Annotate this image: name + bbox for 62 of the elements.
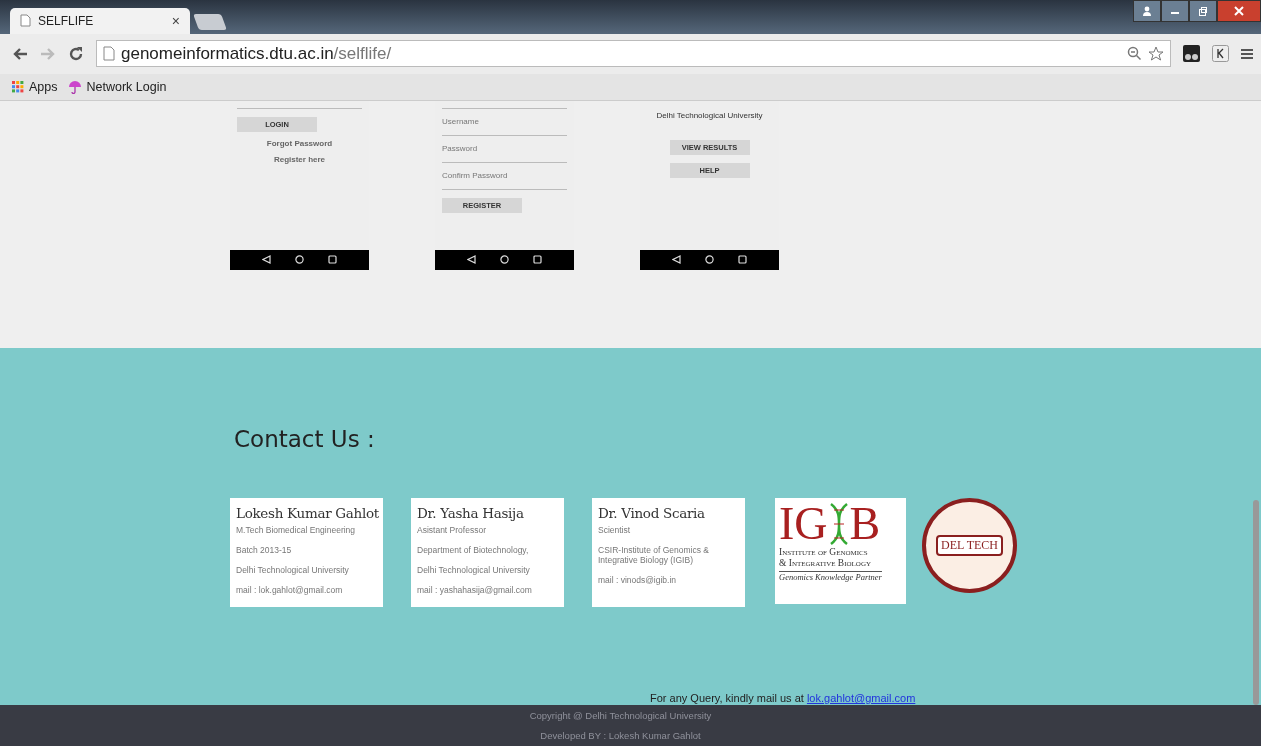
reload-icon[interactable] bbox=[68, 45, 84, 62]
overview-square-icon[interactable] bbox=[328, 255, 337, 265]
contact-detail: CSIR-Institute of Genomics & Integrative Biology (IGIB) bbox=[598, 544, 710, 565]
extension-icon[interactable] bbox=[1212, 45, 1229, 63]
back-icon[interactable] bbox=[12, 46, 28, 61]
home-circle-icon[interactable] bbox=[295, 255, 304, 265]
user-icon[interactable] bbox=[1133, 0, 1161, 22]
page-icon bbox=[103, 46, 115, 62]
contact-detail: Delhi Technological University bbox=[417, 564, 531, 575]
star-icon[interactable] bbox=[1148, 45, 1164, 62]
text-field[interactable]: Username bbox=[442, 112, 567, 136]
igib-logo: IG B Institute of Genomics & Integrative Biology Genomics Knowledge Partner bbox=[775, 497, 906, 604]
address-bar[interactable]: genomeinformatics.dtu.ac.in/selflife/ bbox=[96, 40, 1171, 68]
contact-heading: Contact Us : bbox=[233, 425, 376, 452]
close-icon[interactable] bbox=[1217, 0, 1261, 22]
scrollbar-thumb[interactable] bbox=[1253, 500, 1259, 705]
contact-detail: Department of Biotechnology, bbox=[417, 544, 530, 555]
minimize-icon[interactable] bbox=[1161, 0, 1189, 22]
university-seal: DEL TECH bbox=[922, 497, 1017, 593]
back-triangle-icon[interactable] bbox=[672, 255, 681, 265]
contact-detail: mail : lok.gahlot@gmail.com bbox=[236, 584, 344, 595]
contact-detail: Batch 2013-15 bbox=[236, 544, 293, 555]
url-text: genomeinformatics.dtu.ac.in/selflife/ bbox=[121, 43, 392, 64]
apps-grid-icon bbox=[12, 80, 24, 93]
text-field[interactable]: Password bbox=[442, 139, 567, 163]
app-link[interactable]: Register here bbox=[273, 154, 326, 164]
contact-detail: M.Tech Biomedical Engineering bbox=[236, 524, 357, 535]
back-triangle-icon[interactable] bbox=[467, 255, 476, 265]
home-circle-icon[interactable] bbox=[705, 255, 714, 265]
email-link[interactable]: lok.gahlot@gmail.com bbox=[806, 692, 916, 705]
contact-detail: Scientist bbox=[598, 524, 632, 535]
new-tab-button[interactable] bbox=[193, 13, 227, 30]
text-field[interactable]: Confirm Password bbox=[442, 166, 567, 190]
restore-icon[interactable] bbox=[1189, 0, 1217, 22]
browser-tab[interactable]: SELFLIFE × bbox=[10, 7, 190, 34]
umbrella-icon bbox=[67, 79, 82, 94]
extension-icon[interactable] bbox=[1183, 45, 1200, 63]
query-text: For any Query, kindly mail us at bbox=[650, 692, 804, 705]
contact-detail: Asistant Professor bbox=[417, 524, 487, 535]
footer-text: Copyright @ Delhi Technological University bbox=[529, 709, 712, 721]
contact-detail: Delhi Technological University bbox=[236, 564, 350, 575]
contact-name: Dr. Yasha Hasija bbox=[417, 504, 525, 521]
home-circle-icon[interactable] bbox=[500, 255, 509, 265]
text-field[interactable] bbox=[237, 106, 362, 109]
zoom-out-icon[interactable] bbox=[1127, 46, 1142, 62]
contact-name: Lokesh Kumar Gahlot bbox=[236, 504, 377, 521]
page-icon bbox=[20, 14, 31, 28]
bookmark-link[interactable]: Apps bbox=[12, 79, 58, 94]
overview-square-icon[interactable] bbox=[533, 255, 542, 265]
bookmark-link[interactable]: Network Login bbox=[67, 79, 167, 94]
back-triangle-icon[interactable] bbox=[262, 255, 271, 265]
app-heading: Delhi Technological University bbox=[656, 110, 763, 120]
text-field[interactable] bbox=[442, 106, 567, 109]
footer-text: Developed BY : Lokesh Kumar Gahlot bbox=[540, 730, 701, 742]
tab-title: SELFLIFE bbox=[38, 13, 95, 28]
contact-name: Dr. Vinod Scaria bbox=[598, 504, 706, 521]
overview-square-icon[interactable] bbox=[738, 255, 747, 265]
contact-detail: mail : yashahasija@gmail.com bbox=[417, 584, 533, 595]
menu-icon[interactable] bbox=[1241, 47, 1253, 60]
close-icon[interactable]: × bbox=[171, 12, 180, 29]
app-link[interactable]: Forgot Password bbox=[266, 138, 333, 148]
contact-detail: mail : vinods@igib.in bbox=[598, 574, 678, 585]
